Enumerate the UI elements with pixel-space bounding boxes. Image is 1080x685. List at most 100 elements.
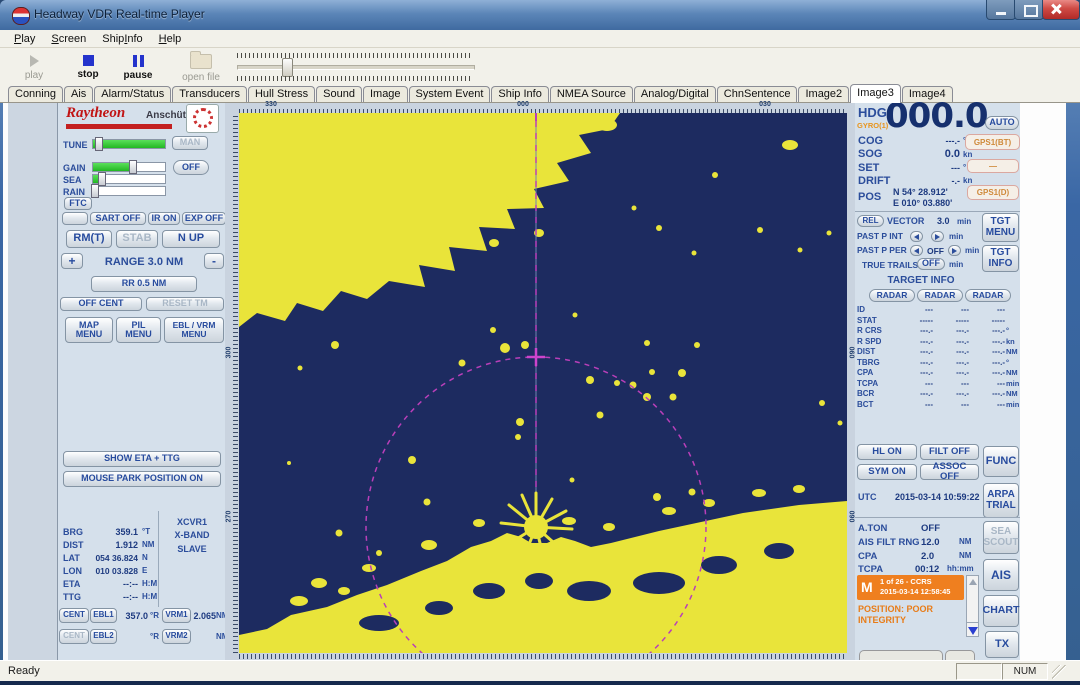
radar-source-button-1[interactable]: RADAR [869,289,915,302]
map-menu-button[interactable]: MAPMENU [65,317,113,343]
tab-image[interactable]: Image [363,86,408,102]
reset-tm-button[interactable]: RESET TM [146,297,224,311]
tab-image3[interactable]: Image3 [850,84,901,103]
bearing-270: 270 [226,507,233,527]
gain-handle[interactable] [129,160,137,174]
n-up-button[interactable]: N UP [162,230,220,248]
tab-conning[interactable]: Conning [8,86,63,102]
tab-hull-stress[interactable]: Hull Stress [248,86,315,102]
range-plus-button[interactable]: + [61,253,83,269]
dist-label: DIST [63,540,84,550]
drift-label: DRIFT [858,175,890,187]
sea-label: SEA [63,175,82,185]
gps1-d-button[interactable]: GPS1(D) [967,185,1019,200]
stab-button[interactable]: STAB [116,230,158,248]
open-file-button[interactable]: open file [172,52,230,83]
play-button[interactable]: play [8,53,60,81]
tgt-menu-button[interactable]: TGTMENU [982,213,1019,242]
scroll-down-button[interactable] [967,622,978,640]
true-trails-button[interactable]: OFF [917,258,945,270]
sart-off-button[interactable]: SART OFF [90,212,146,225]
stop-button[interactable]: stop [62,53,114,80]
gps1-bt-button[interactable]: GPS1(BT) [965,134,1020,150]
off-cent-button[interactable]: OFF CENT [60,297,142,311]
tab-ais[interactable]: Ais [64,86,93,102]
menu-shipinfo[interactable]: ShipInfo [94,33,150,45]
ftc-button[interactable]: FTC [64,197,92,210]
menu-help[interactable]: Help [151,33,190,45]
vrm1-button[interactable]: VRM1 [162,608,191,623]
minimize-button[interactable] [986,0,1016,20]
blank-button[interactable] [62,212,88,225]
past-per-decrease-button[interactable] [910,245,923,256]
ebl1-button[interactable]: EBL1 [90,608,117,623]
scroll-up-button[interactable] [967,579,978,592]
func-button[interactable]: FUNC [983,446,1019,477]
radar-ppi[interactable] [239,113,847,653]
slider-track[interactable] [237,65,475,70]
arpa-trial-button[interactable]: ARPATRIAL [983,483,1019,518]
rr-button[interactable]: RR 0.5 NM [91,276,197,292]
gps-dash-button[interactable]: — [967,159,1019,173]
rain-slider[interactable] [92,186,166,196]
tab-analog-digital[interactable]: Analog/Digital [634,86,716,102]
radar-source-button-2[interactable]: RADAR [917,289,963,302]
sea-scout-button[interactable]: SEASCOUT [983,521,1019,554]
cent1-button[interactable]: CENT [59,608,89,623]
pil-menu-button[interactable]: PILMENU [116,317,161,343]
assoc-off-button[interactable]: ASSOC OFF [920,464,979,480]
maximize-button[interactable] [1014,0,1044,20]
gain-slider[interactable] [92,162,166,172]
tab-ship-info[interactable]: Ship Info [491,86,548,102]
past-int-decrease-button[interactable] [910,231,923,242]
radar-screen-margin [8,103,57,660]
close-button[interactable] [1042,0,1080,20]
man-button[interactable]: MAN [172,136,208,150]
hl-on-button[interactable]: HL ON [857,444,917,460]
rain-handle[interactable] [91,184,99,198]
titlebar[interactable]: Headway VDR Real-time Player [0,0,1080,30]
chart-button[interactable]: CHART [983,595,1019,627]
status-cell-empty [956,663,1002,680]
ebl2-button[interactable]: EBL2 [90,629,117,644]
tgt-info-button[interactable]: TGTINFO [982,245,1019,272]
tune-handle[interactable] [95,137,103,151]
radar-source-button-3[interactable]: RADAR [965,289,1011,302]
menu-screen[interactable]: Screen [43,33,94,45]
tab-chnsentence[interactable]: ChnSentence [717,86,798,102]
alarm-scrollbar[interactable] [966,575,979,637]
rel-button[interactable]: REL [857,215,884,227]
sea-slider[interactable] [92,174,166,184]
tune-slider[interactable] [92,139,166,149]
radar-display-frame: 330 000 030 300 270 060 090 [225,103,855,660]
sym-on-button[interactable]: SYM ON [857,464,917,480]
range-minus-button[interactable]: - [204,253,224,269]
tab-image2[interactable]: Image2 [798,86,849,102]
past-int-increase-button[interactable] [931,231,944,242]
ir-on-button[interactable]: IR ON [148,212,180,225]
menu-play[interactable]: Play [6,33,43,45]
show-eta-ttg-button[interactable]: SHOW ETA + TTG [63,451,221,467]
tab-transducers[interactable]: Transducers [172,86,247,102]
tx-button[interactable]: TX [985,631,1019,658]
alarm-entry[interactable]: M 1 of 26 - CCRS 2015-03-14 12:58:45 [857,575,964,600]
vrm2-button[interactable]: VRM2 [162,629,191,644]
tab-nmea-source[interactable]: NMEA Source [550,86,633,102]
tab-system-event[interactable]: System Event [409,86,491,102]
slider-handle[interactable] [282,58,293,77]
mouse-park-button[interactable]: MOUSE PARK POSITION ON [63,471,221,487]
rm-t-button[interactable]: RM(T) [66,230,112,248]
resize-grip[interactable] [1052,665,1066,679]
ais-button[interactable]: AIS [983,559,1019,591]
filt-off-button[interactable]: FILT OFF [920,444,979,460]
tab-sound[interactable]: Sound [316,86,362,102]
tab-alarm-status[interactable]: Alarm/Status [94,86,171,102]
playback-slider[interactable] [237,52,473,82]
ebl-vrm-menu-button[interactable]: EBL / VRMMENU [164,317,224,343]
past-per-increase-button[interactable] [948,245,961,256]
rain-off-button[interactable]: OFF [173,160,209,175]
pause-button[interactable]: pause [112,53,164,81]
cent2-button[interactable]: CENT [59,629,89,644]
auto-button[interactable]: AUTO [985,116,1019,130]
exp-off-button[interactable]: EXP OFF [182,212,226,225]
